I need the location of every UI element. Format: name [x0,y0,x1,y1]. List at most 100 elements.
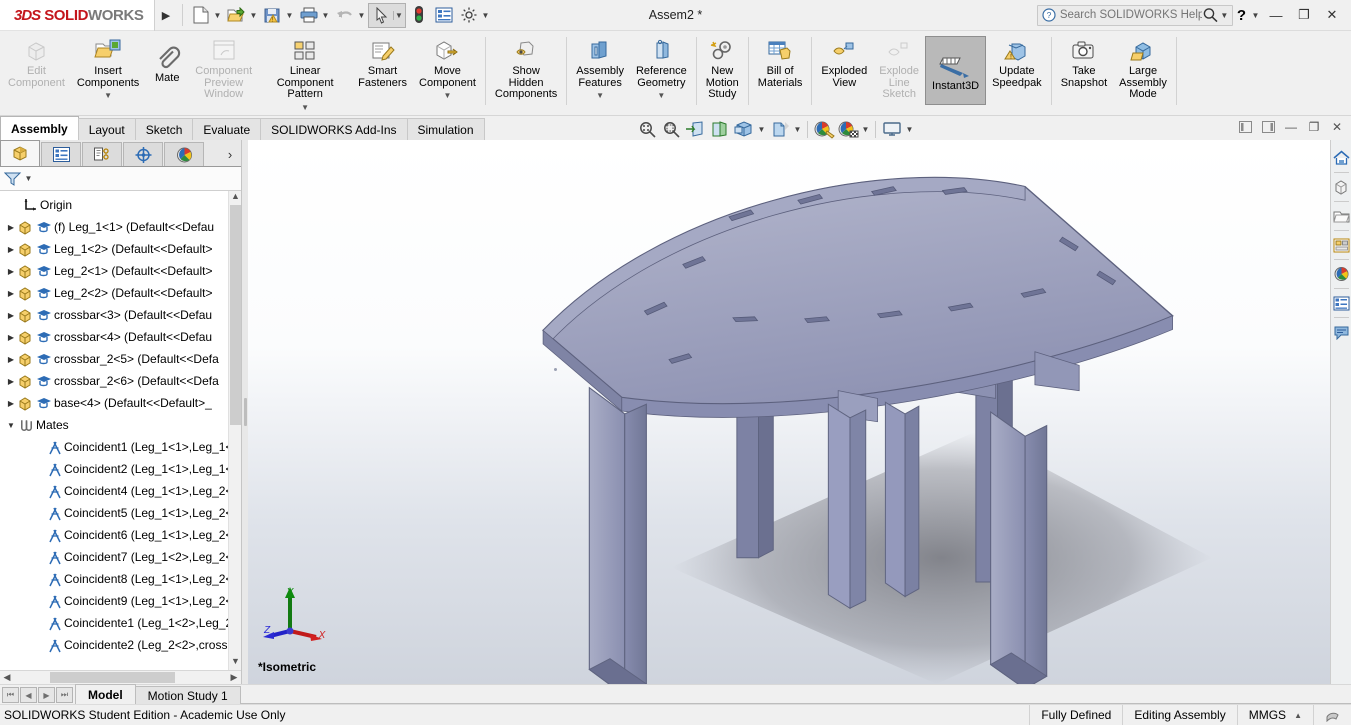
edit-appearance-icon[interactable] [812,118,835,140]
solidworks-forum-icon[interactable] [1332,322,1351,342]
menu-expand-arrow-icon[interactable]: ▶ [155,9,177,22]
expand-triangle-icon[interactable]: ▶ [4,377,18,386]
last-tab-button[interactable]: ⏭ [56,687,73,703]
expand-triangle-icon[interactable]: ▶ [4,355,18,364]
file-explorer-icon[interactable] [1332,206,1351,226]
tree-item-origin[interactable]: Origin [0,194,241,216]
chevron-down-icon[interactable]: ▼ [444,90,452,102]
close-window-button[interactable]: ✕ [1319,7,1345,23]
tree-item-component[interactable]: ▶ crossbar_2<5> (Default<<Defa [0,348,241,370]
chevron-down-icon[interactable]: ▼ [393,10,404,20]
chevron-down-icon[interactable]: ▼ [1219,11,1230,20]
restore-window-button[interactable]: ❐ [1291,7,1317,23]
show-hidden-components-button[interactable]: Show Hidden Components [489,31,563,115]
minimize-document-button[interactable]: — [1281,118,1301,136]
expand-triangle-icon[interactable]: ▶ [4,245,18,254]
expand-triangle-icon[interactable]: ▶ [4,311,18,320]
solidworks-logo[interactable]: 3DS SOLIDWORKS [0,0,155,31]
tree-item-component[interactable]: ▶ (f) Leg_1<1> (Default<<Defau [0,216,241,238]
chevron-down-icon[interactable]: ▼ [320,11,331,20]
dock-left-button[interactable] [1235,118,1255,136]
expand-triangle-icon[interactable]: ▶ [4,223,18,232]
save-button[interactable]: ! ▼ [260,2,296,29]
feature-tree-vertical-scrollbar[interactable]: ▲ ▼ [228,191,241,670]
feature-tree-horizontal-scrollbar[interactable]: ◀ ▶ [0,670,241,684]
update-speedpak-button[interactable]: ! Update Speedpak [986,31,1048,115]
bottom-tab-motion-study[interactable]: Motion Study 1 [134,686,241,704]
tab-assembly[interactable]: Assembly [0,116,79,140]
apply-scene-icon[interactable] [836,118,859,140]
scroll-up-arrow-icon[interactable]: ▲ [229,191,241,205]
explode-line-sketch-button[interactable]: Explode Line Sketch [873,31,925,115]
tree-item-component[interactable]: ▶ Leg_2<1> (Default<<Default> [0,260,241,282]
tab-layout[interactable]: Layout [77,118,136,140]
large-assembly-mode-button[interactable]: Large Assembly Mode [1113,31,1173,115]
assembly-features-button[interactable]: Assembly Features ▼ [570,31,630,115]
chevron-down-icon[interactable]: ▼ [756,125,767,134]
tree-item-mate[interactable]: Coincident7 (Leg_1<2>,Leg_2< [0,546,241,568]
tree-item-component[interactable]: ▶ crossbar<3> (Default<<Defau [0,304,241,326]
chevron-down-icon[interactable]: ▼ [596,90,604,102]
tree-item-mate[interactable]: Coincidente1 (Leg_1<2>,Leg_2 [0,612,241,634]
dock-right-button[interactable] [1258,118,1278,136]
tree-item-mate[interactable]: Coincident6 (Leg_1<1>,Leg_2< [0,524,241,546]
smart-fasteners-button[interactable]: Smart Fasteners [352,31,413,115]
tree-item-mate[interactable]: Coincident9 (Leg_1<1>,Leg_2< [0,590,241,612]
zoom-to-area-icon[interactable] [660,118,683,140]
hide-show-items-icon[interactable] [768,118,791,140]
minimize-window-button[interactable]: — [1263,8,1289,23]
feature-manager-more-tabs-button[interactable]: › [219,147,241,166]
move-component-button[interactable]: Move Component ▼ [413,31,482,115]
tree-item-component[interactable]: ▶ Leg_2<2> (Default<<Default> [0,282,241,304]
feature-manager-design-tree-tab[interactable] [0,140,40,166]
tab-sketch[interactable]: Sketch [134,118,194,140]
help-search-box[interactable]: ? ▼ [1036,4,1233,26]
expand-triangle-icon[interactable]: ▶ [4,267,18,276]
expand-triangle-icon[interactable]: ▶ [4,399,18,408]
first-tab-button[interactable]: ⏮ [2,687,19,703]
file-properties-button[interactable] [431,2,456,29]
display-manager-tab[interactable] [164,142,204,166]
chevron-down-icon[interactable]: ▼ [284,11,295,20]
chevron-down-icon[interactable]: ▼ [904,125,915,134]
tree-item-mates-folder[interactable]: ▼ Mates [0,414,241,436]
section-view-icon[interactable] [684,118,707,140]
tree-item-mate[interactable]: Coincident2 (Leg_1<1>,Leg_1< [0,458,241,480]
options-button[interactable]: ▼ [456,2,492,29]
chevron-down-icon[interactable]: ▼ [657,90,665,102]
tree-item-mate[interactable]: Coincident4 (Leg_1<1>,Leg_2< [0,480,241,502]
chevron-down-icon[interactable]: ▼ [23,174,34,183]
custom-properties-icon[interactable] [1332,293,1351,313]
chevron-down-icon[interactable]: ▼ [480,11,491,20]
chevron-down-icon[interactable]: ▼ [860,125,871,134]
configuration-manager-tab[interactable] [82,142,122,166]
previous-tab-button[interactable]: ◀ [20,687,37,703]
design-library-icon[interactable] [1332,177,1351,197]
bottom-tab-model[interactable]: Model [75,684,136,704]
search-input[interactable] [1059,9,1202,21]
scroll-right-arrow-icon[interactable]: ▶ [227,672,241,683]
component-preview-window-button[interactable]: Component Preview Window [189,31,258,115]
collapse-triangle-icon[interactable]: ▼ [4,421,18,430]
expand-triangle-icon[interactable]: ▶ [4,289,18,298]
overlay-settings-button[interactable] [1313,705,1351,725]
insert-components-button[interactable]: Insert Components ▼ [71,31,145,115]
solidworks-resources-icon[interactable] [1332,148,1351,168]
tab-evaluate[interactable]: Evaluate [192,118,262,140]
mate-button[interactable]: Mate [145,31,189,115]
tree-item-mate[interactable]: Coincident1 (Leg_1<1>,Leg_1< [0,436,241,458]
linear-component-pattern-button[interactable]: Linear Component Pattern ▼ [258,31,352,115]
tree-item-component[interactable]: ▶ crossbar<4> (Default<<Defau [0,326,241,348]
tree-item-mate[interactable]: Coincident8 (Leg_1<1>,Leg_2< [0,568,241,590]
chevron-down-icon[interactable]: ▼ [212,11,223,20]
edit-component-button[interactable]: Edit Component [2,31,71,115]
appearances-scenes-decals-icon[interactable] [1332,264,1351,284]
restore-document-button[interactable]: ❐ [1304,118,1324,136]
tree-item-mate[interactable]: Coincident5 (Leg_1<1>,Leg_2< [0,502,241,524]
feature-tree-filter[interactable]: ▼ [0,167,241,191]
bill-of-materials-button[interactable]: Bill of Materials [752,31,809,115]
open-document-button[interactable]: ▼ [224,2,260,29]
units-selector[interactable]: MMGS ▲ [1236,705,1313,725]
help-button[interactable]: ? [1235,7,1248,24]
tree-item-component[interactable]: ▶ crossbar_2<6> (Default<<Defa [0,370,241,392]
